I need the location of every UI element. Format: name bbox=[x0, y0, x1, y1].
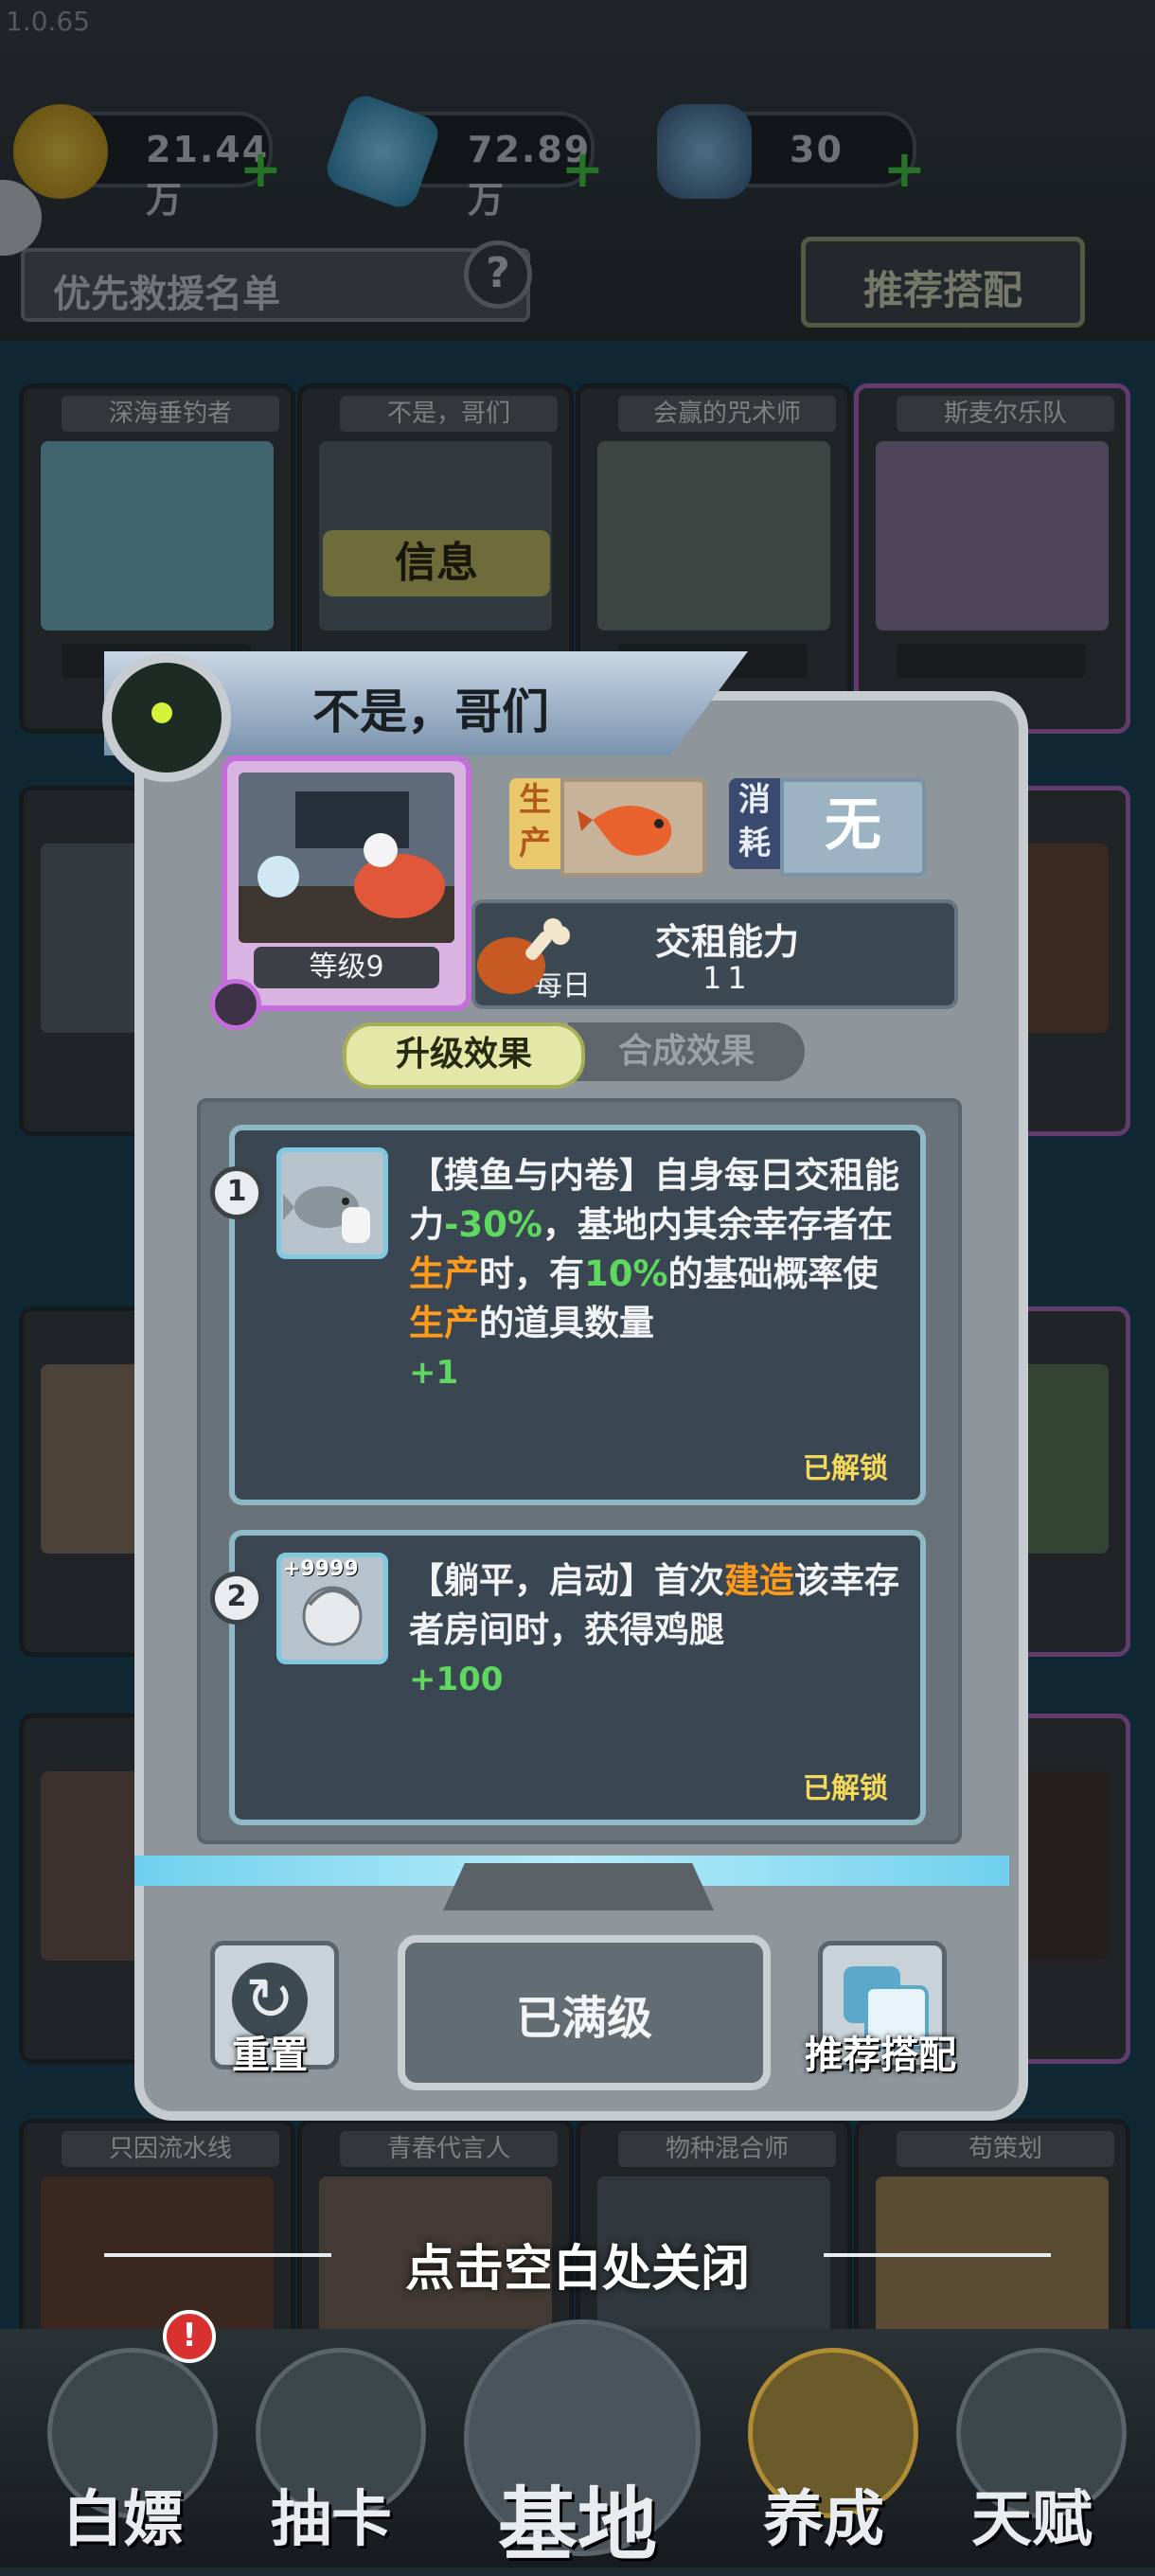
character-sketch-icon: +9999 bbox=[276, 1553, 388, 1664]
effect-bonus: +100 bbox=[409, 1661, 504, 1698]
nav-talent[interactable]: 天赋 bbox=[937, 2338, 1127, 2566]
effect-number: 2 bbox=[210, 1572, 263, 1625]
effect-card-1: 1 【摸鱼与内卷】自身每日交租能力-30%，基地内其余幸存者在生产时，有10%的… bbox=[210, 1125, 926, 1505]
consume-value: 无 bbox=[780, 778, 926, 877]
nav-gacha[interactable]: 抽卡 bbox=[237, 2338, 426, 2566]
effect-card-2: 2 +9999 【躺平，启动】首次建造该幸存者房间时，获得鸡腿 +100 已解锁 bbox=[210, 1530, 926, 1825]
produce-tag: 生产 bbox=[509, 778, 560, 869]
reset-label: 重置 bbox=[232, 2034, 308, 2077]
survivor-art bbox=[239, 773, 454, 943]
icon-badge: +9999 bbox=[283, 1557, 359, 1581]
survivor-name: 不是，哥们 bbox=[312, 684, 549, 739]
alert-badge: ! bbox=[163, 2310, 216, 2363]
rent-title: 交租能力 bbox=[655, 921, 800, 963]
rent-value: 11 bbox=[702, 960, 753, 996]
unlock-status: 已解锁 bbox=[803, 1452, 888, 1485]
drumstick-icon bbox=[470, 907, 574, 1011]
effect-description: 【摸鱼与内卷】自身每日交租能力-30%，基地内其余幸存者在生产时，有10%的基础… bbox=[409, 1151, 901, 1397]
effect-number: 1 bbox=[210, 1166, 263, 1219]
effect-bonus: +1 bbox=[409, 1354, 459, 1392]
radar-icon bbox=[102, 653, 231, 782]
tab-merge-effect[interactable]: 合成效果 bbox=[568, 1022, 805, 1081]
rarity-icon bbox=[210, 979, 261, 1030]
survivor-portrait: 等级9 bbox=[222, 755, 471, 1011]
nav-freebies[interactable]: 白嫖 bbox=[28, 2338, 218, 2566]
shrimp-icon bbox=[578, 806, 672, 856]
nav-base[interactable]: 基地 bbox=[464, 2319, 701, 2571]
close-hint: 点击空白处关闭 bbox=[404, 2241, 750, 2298]
effect-description: 【躺平，启动】首次建造该幸存者房间时，获得鸡腿 +100 bbox=[409, 1556, 901, 1704]
tab-upgrade-effect[interactable]: 升级效果 bbox=[343, 1022, 585, 1089]
modal-handle bbox=[443, 1863, 714, 1910]
produce-item[interactable] bbox=[560, 778, 706, 877]
nav-develop[interactable]: 养成 bbox=[729, 2338, 918, 2566]
fish-hand-icon bbox=[276, 1147, 388, 1259]
survivor-level: 等级9 bbox=[254, 947, 439, 988]
max-level-button[interactable]: 已满级 bbox=[398, 1935, 771, 2090]
recommend-label: 推荐搭配 bbox=[805, 2034, 956, 2077]
consume-tag: 消耗 bbox=[729, 778, 780, 869]
unlock-status: 已解锁 bbox=[803, 1772, 888, 1805]
